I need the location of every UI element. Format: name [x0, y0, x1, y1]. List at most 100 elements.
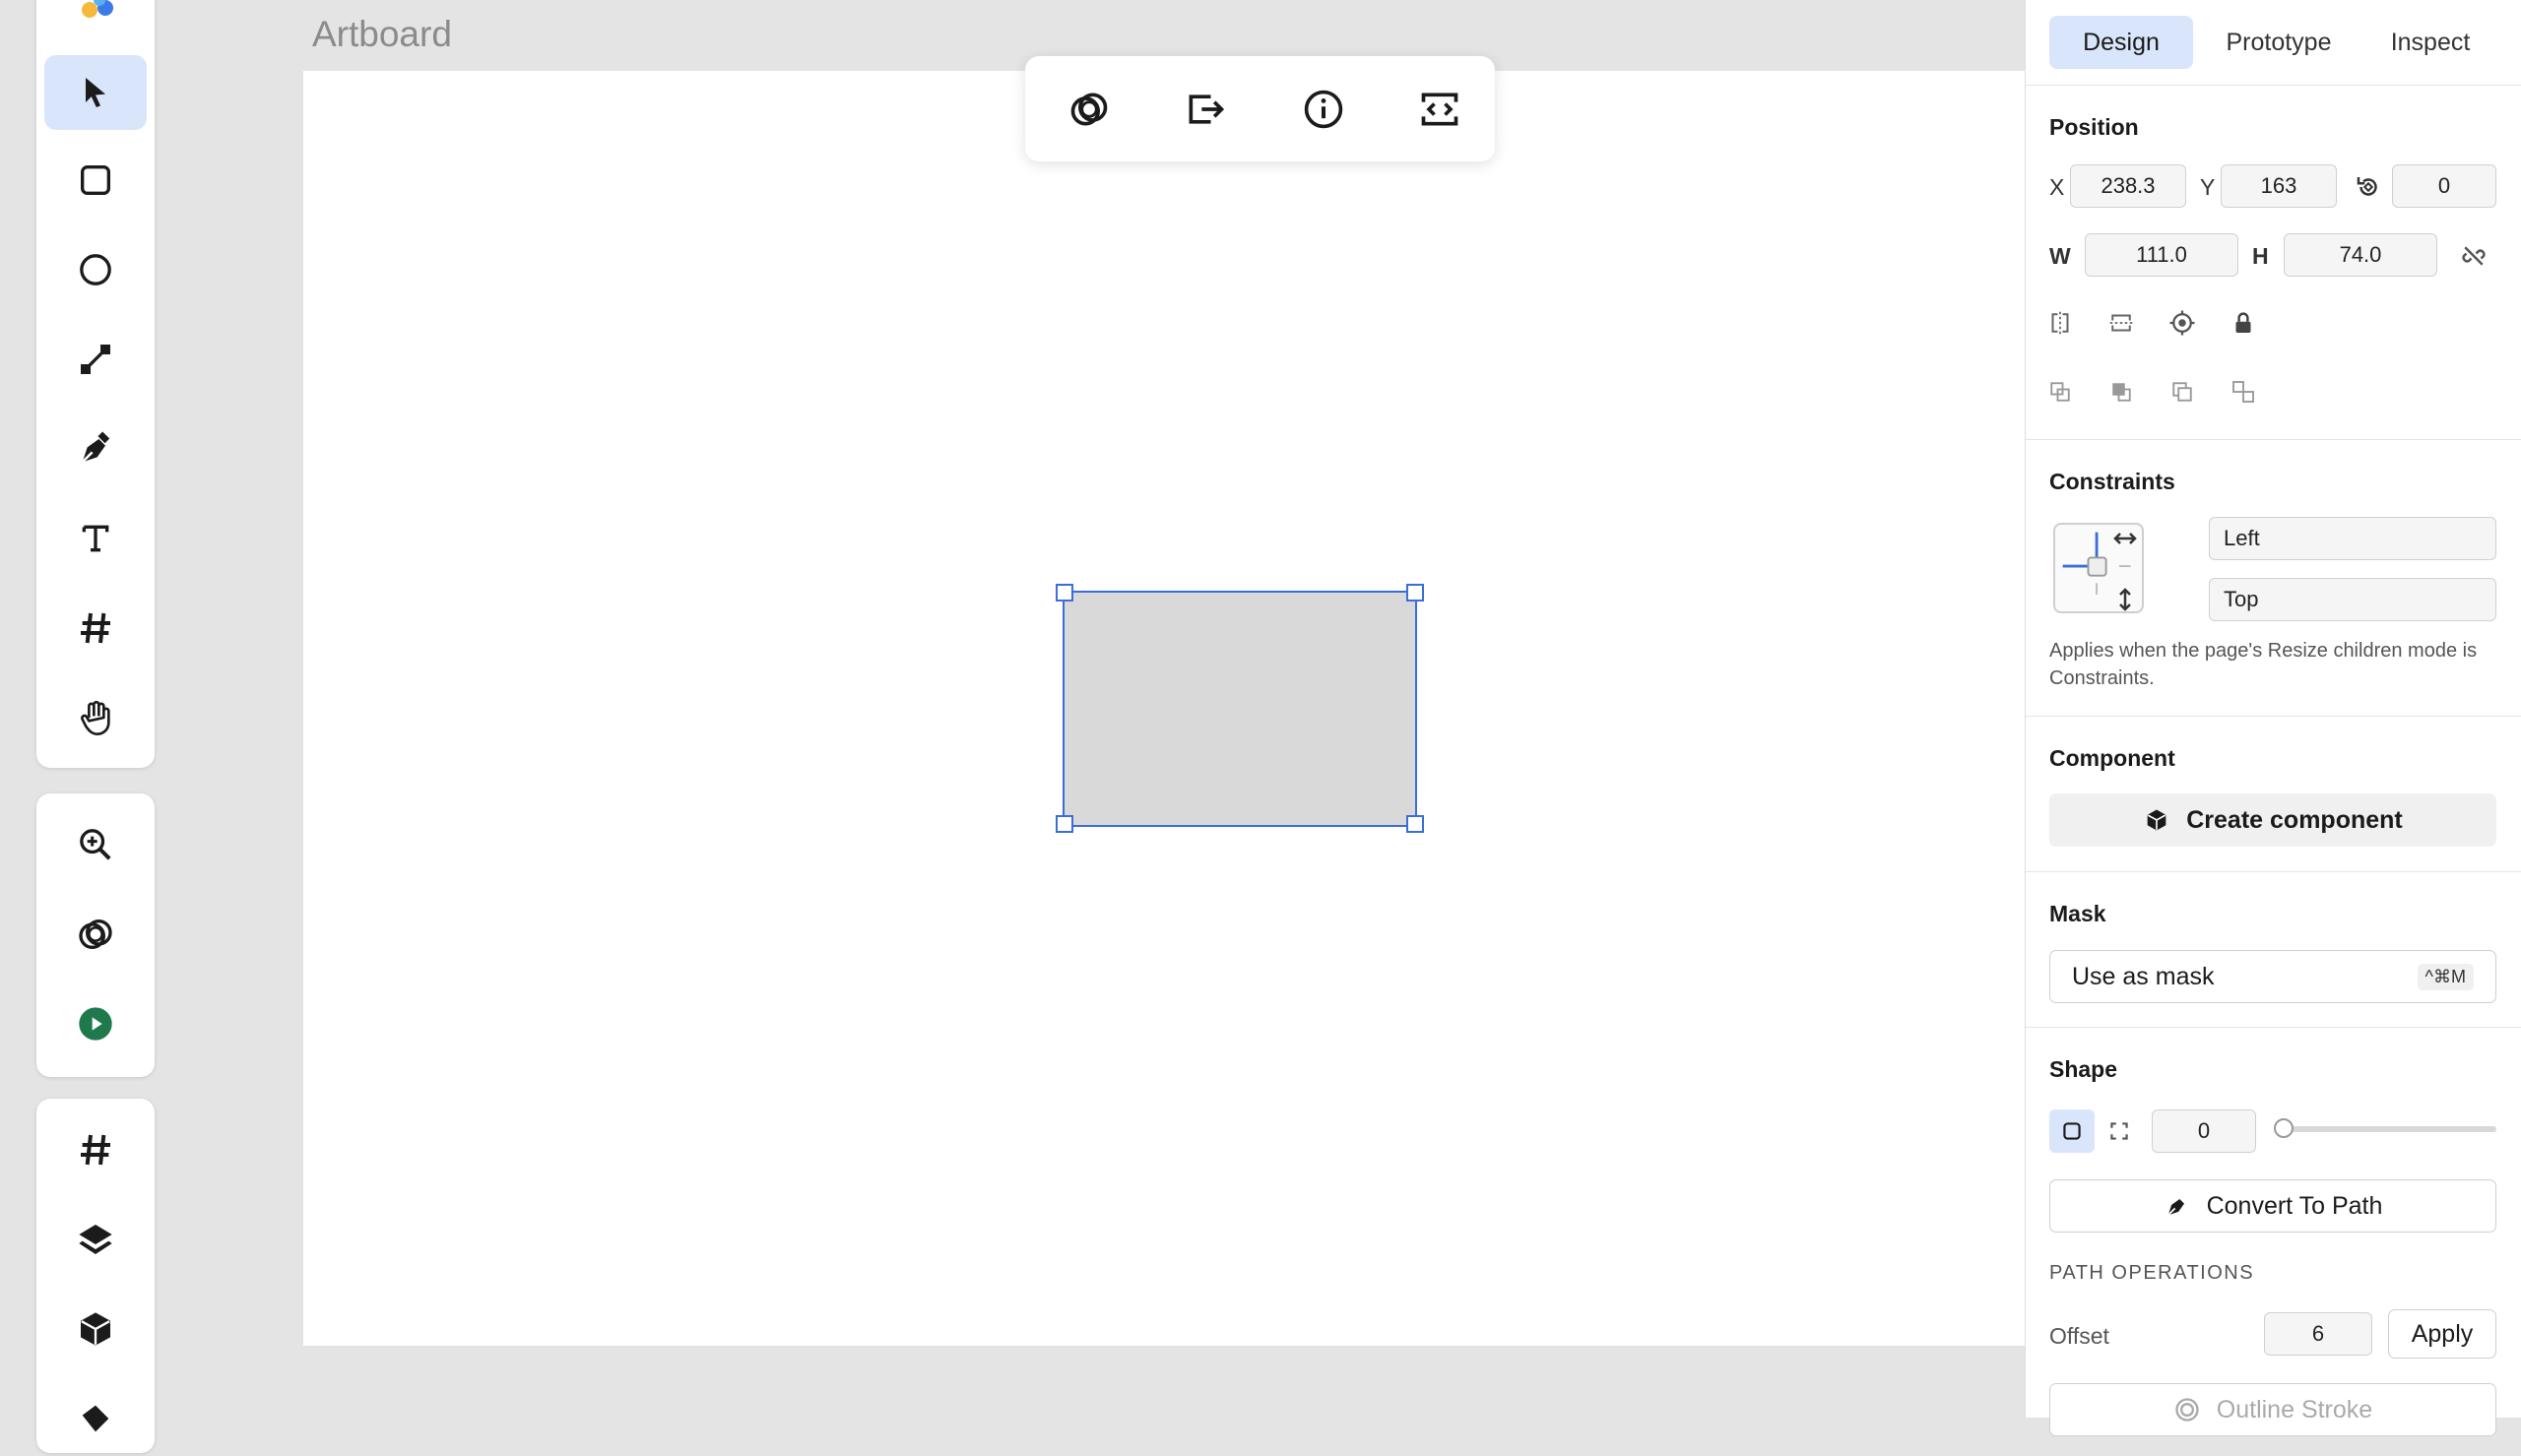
resize-handle-bottom-left[interactable] — [1056, 815, 1073, 833]
h-label: H — [2252, 243, 2269, 269]
vertical-constraint-select[interactable]: Top — [2209, 578, 2496, 621]
cube-icon — [81, 1312, 110, 1346]
boolean-tool[interactable] — [44, 897, 147, 972]
select-tool[interactable] — [44, 55, 147, 130]
divider — [2026, 85, 2521, 86]
frames-panel-button[interactable] — [44, 1112, 147, 1187]
component-title: Component — [2049, 745, 2175, 771]
info-button[interactable] — [1297, 83, 1350, 136]
outline-stroke-label: Outline Stroke — [2216, 1395, 2373, 1424]
corner-radius-slider-knob[interactable] — [2274, 1118, 2294, 1138]
use-as-mask-button[interactable]: Use as mask ^⌘M — [2049, 950, 2496, 1003]
create-component-button[interactable]: Create component — [2049, 793, 2496, 847]
send-to-back-icon[interactable] — [2229, 377, 2258, 407]
height-input[interactable]: 74.0 — [2284, 233, 2437, 277]
shape-title: Shape — [2049, 1056, 2118, 1082]
ellipse-tool[interactable] — [44, 232, 147, 307]
pen-icon — [81, 431, 110, 464]
main-toolbar — [36, 0, 155, 768]
mask-shortcut: ^⌘M — [2417, 963, 2474, 990]
tab-prototype[interactable]: Prototype — [2203, 16, 2355, 69]
rounded-square-icon — [2063, 1122, 2081, 1140]
code-button[interactable] — [1413, 83, 1466, 136]
y-label: Y — [2200, 174, 2216, 200]
export-icon — [1189, 95, 1225, 124]
unlink-proportions-icon[interactable] — [2459, 241, 2489, 271]
vertical-arrows-icon — [2110, 585, 2140, 614]
bring-to-front-icon[interactable] — [2106, 377, 2136, 407]
app-logo-icon — [78, 0, 117, 30]
tag-icon — [82, 1405, 109, 1432]
resize-handle-bottom-right[interactable] — [1406, 815, 1424, 833]
rectangle-tool[interactable] — [44, 143, 147, 218]
info-icon — [1304, 90, 1343, 129]
flip-horizontal-icon[interactable] — [2045, 308, 2075, 338]
zoom-in-icon — [80, 829, 111, 860]
pen-icon — [2166, 1199, 2184, 1216]
x-label: X — [2049, 174, 2065, 200]
outline-stroke-icon — [2175, 1398, 2199, 1422]
bring-forward-icon[interactable] — [2045, 377, 2075, 407]
boolean-button[interactable] — [1063, 83, 1116, 136]
selected-rectangle[interactable] — [1063, 591, 1417, 827]
rotation-icon — [2354, 172, 2383, 202]
offset-label: Offset — [2049, 1323, 2109, 1349]
use-as-mask-label: Use as mask — [2072, 962, 2215, 990]
line-icon — [81, 345, 110, 374]
offset-input[interactable]: 6 — [2264, 1312, 2372, 1356]
width-input[interactable]: 111.0 — [2085, 233, 2238, 277]
corners-icon — [2110, 1122, 2128, 1140]
lock-icon[interactable] — [2229, 308, 2258, 338]
flip-vertical-icon[interactable] — [2106, 308, 2136, 338]
zoom-tool[interactable] — [44, 807, 147, 882]
resize-handle-top-left[interactable] — [1056, 584, 1073, 601]
export-button[interactable] — [1179, 83, 1232, 136]
tab-design[interactable]: Design — [2049, 16, 2193, 69]
cube-icon — [2147, 809, 2166, 831]
send-backward-icon[interactable] — [2167, 377, 2197, 407]
convert-to-path-button[interactable]: Convert To Path — [2049, 1179, 2496, 1233]
w-label: W — [2049, 243, 2071, 269]
hash-icon — [81, 612, 110, 644]
horizontal-constraint-select[interactable]: Left — [2209, 517, 2496, 560]
view-toolbar — [36, 793, 155, 1077]
rotation-input[interactable]: 0 — [2392, 164, 2496, 208]
tab-inspect[interactable]: Inspect — [2366, 16, 2494, 69]
text-tool[interactable] — [44, 501, 147, 576]
x-input[interactable]: 238.3 — [2070, 164, 2186, 208]
pen-tool[interactable] — [44, 411, 147, 486]
components-panel-button[interactable] — [44, 1292, 147, 1366]
hand-icon — [81, 700, 110, 735]
corner-radius-slider-track[interactable] — [2282, 1126, 2496, 1132]
apply-button[interactable]: Apply — [2388, 1309, 2496, 1359]
circle-icon — [80, 254, 111, 285]
code-icon — [1421, 93, 1458, 126]
layers-panel-button[interactable] — [44, 1202, 147, 1277]
corner-radius-input[interactable]: 0 — [2152, 1109, 2256, 1153]
hash-icon — [81, 1134, 110, 1166]
constraints-title: Constraints — [2049, 469, 2175, 494]
position-title: Position — [2049, 114, 2139, 140]
design-panel: Design Prototype Inspect Position X 238.… — [2025, 0, 2521, 1436]
cursor-icon — [86, 78, 105, 107]
outline-stroke-button[interactable]: Outline Stroke — [2049, 1383, 2496, 1436]
divider — [2026, 439, 2521, 440]
path-operations-title: PATH OPERATIONS — [2049, 1262, 2255, 1284]
divider — [2026, 871, 2521, 872]
hand-tool[interactable] — [44, 680, 147, 755]
divider — [2026, 1027, 2521, 1028]
assets-panel-button[interactable] — [44, 1381, 147, 1456]
mask-title: Mask — [2049, 901, 2106, 926]
uniform-corners-toggle[interactable] — [2049, 1109, 2095, 1153]
target-icon[interactable] — [2167, 308, 2197, 338]
individual-corners-toggle[interactable] — [2097, 1109, 2142, 1153]
layers-icon — [79, 1225, 112, 1254]
create-component-label: Create component — [2186, 805, 2403, 834]
line-tool[interactable] — [44, 322, 147, 397]
resize-handle-top-right[interactable] — [1406, 584, 1424, 601]
artboard-label[interactable]: Artboard — [312, 14, 452, 55]
play-tool[interactable] — [44, 986, 147, 1061]
y-input[interactable]: 163 — [2221, 164, 2337, 208]
panels-toolbar — [36, 1099, 155, 1453]
frame-tool[interactable] — [44, 591, 147, 665]
